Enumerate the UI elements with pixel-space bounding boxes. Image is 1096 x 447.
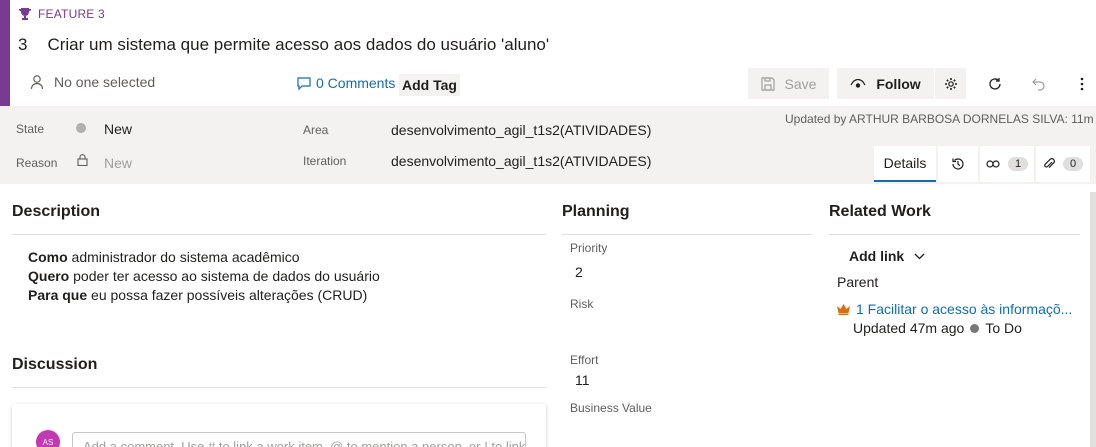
links-count-badge: 1 [1007,157,1029,171]
trophy-icon [18,7,32,21]
assigned-to-label: No one selected [54,74,156,90]
priority-label: Priority [570,241,608,255]
avatar: AS [36,430,60,447]
discussion-comment-card: AS Add a comment. Use # to link a work i… [12,404,546,447]
work-item-id: 3 [18,35,28,54]
more-icon [1080,77,1084,91]
work-item-fields: State New Reason New Area desenvolviment… [0,106,1096,184]
area-value[interactable]: desenvolvimento_agil_t1s2(ATIVIDADES) [391,122,651,138]
history-icon [951,157,965,171]
work-item-title-row[interactable]: 3 Criar um sistema que permite acesso ao… [18,35,549,55]
business-value-label: Business Value [570,401,652,415]
discussion-heading: Discussion [12,356,98,373]
reason-value: New [104,155,133,171]
state-label: State [16,122,45,136]
add-tag-button[interactable]: Add Tag [399,74,460,96]
status-dot-icon [970,323,980,333]
priority-value[interactable]: 2 [575,264,583,280]
reason-label: Reason [16,156,58,170]
add-link-button[interactable]: Add link [849,248,925,264]
work-item-type-accent [0,0,10,106]
add-link-label: Add link [849,248,905,264]
gear-icon [944,77,958,91]
work-item-type: FEATURE 3 [18,7,105,21]
related-work-heading: Related Work [829,203,931,220]
follow-button[interactable]: Follow [837,68,934,99]
more-actions-button[interactable] [1068,68,1096,99]
parent-updated: Updated 47m ago [853,320,965,336]
settings-button[interactable] [935,68,966,99]
state-dot-icon [76,123,86,133]
description-text: administrador do sistema acadêmico [67,249,300,265]
comment-icon [297,76,311,90]
tab-history[interactable] [938,146,978,182]
assigned-to-picker[interactable]: No one selected [30,74,155,90]
refresh-icon [988,77,1002,91]
description-divider [12,234,546,235]
tab-details[interactable]: Details [874,146,936,182]
parent-work-item-meta: Updated 47m ago To Do [853,320,1022,336]
save-button[interactable]: Save [748,68,829,99]
comment-input[interactable]: Add a comment. Use # to link a work item… [72,432,526,447]
link-icon [986,159,1000,169]
tab-attachments[interactable]: 0 [1036,146,1090,182]
work-item-title[interactable]: Criar um sistema que permite acesso aos … [47,35,549,55]
description-text: eu possa fazer possíveis alterações (CRU… [87,287,368,303]
work-item-header: FEATURE 3 3 Criar um sistema que permite… [10,0,1096,106]
planning-heading: Planning [562,203,630,220]
person-icon [30,74,44,90]
paperclip-icon [1043,157,1055,171]
description-keyword: Para que [28,287,88,303]
updated-by-link[interactable]: Updated by ARTHUR BARBOSA DORNELAS SILVA… [785,112,1096,126]
state-value[interactable]: New [104,121,132,137]
attachments-count-badge: 0 [1062,157,1084,171]
related-work-divider [829,234,1080,235]
crown-icon [836,303,851,315]
vertical-scrollbar[interactable] [1090,192,1096,447]
work-item-meta-row: No one selected 0 Comments Add Tag Save … [10,68,1096,102]
iteration-label: Iteration [303,154,347,168]
description-heading: Description [12,203,101,220]
parent-work-item-link[interactable]: 1 Facilitar o acesso às informaçõ... [836,301,1072,317]
eye-icon [850,78,866,90]
undo-icon [1032,77,1046,91]
description-keyword: Como [28,249,68,265]
description-text: poder ter acesso ao sistema de dados do … [69,268,380,284]
description-line: Para que eu possa fazer possíveis altera… [28,286,380,305]
description-line: Quero poder ter acesso ao sistema de dad… [28,267,380,286]
discussion-divider [12,387,546,388]
work-item-tabs: Details 1 0 [872,146,1090,184]
tab-links[interactable]: 1 [980,146,1034,182]
comments-count-label: 0 Comments [316,75,396,91]
risk-label: Risk [570,297,594,311]
iteration-value[interactable]: desenvolvimento_agil_t1s2(ATIVIDADES) [391,153,651,169]
area-label: Area [303,123,329,137]
effort-label: Effort [570,353,599,367]
save-label: Save [784,75,817,92]
follow-label: Follow [876,75,921,92]
lock-icon [77,154,88,166]
chevron-down-icon [914,253,925,260]
parent-work-item-title: 1 Facilitar o acesso às informaçõ... [856,301,1073,317]
effort-value[interactable]: 11 [575,372,590,388]
work-item-type-label: FEATURE 3 [38,7,105,21]
description-keyword: Quero [28,268,70,284]
undo-button[interactable] [1024,68,1054,99]
refresh-button[interactable] [980,68,1010,99]
description-line: Como administrador do sistema acadêmico [28,248,380,267]
parent-status: To Do [985,320,1022,336]
description-body[interactable]: Como administrador do sistema acadêmico … [28,248,380,305]
comments-link[interactable]: 0 Comments [297,75,395,91]
planning-divider [562,234,812,235]
save-icon [760,76,775,91]
parent-label: Parent [837,274,879,290]
